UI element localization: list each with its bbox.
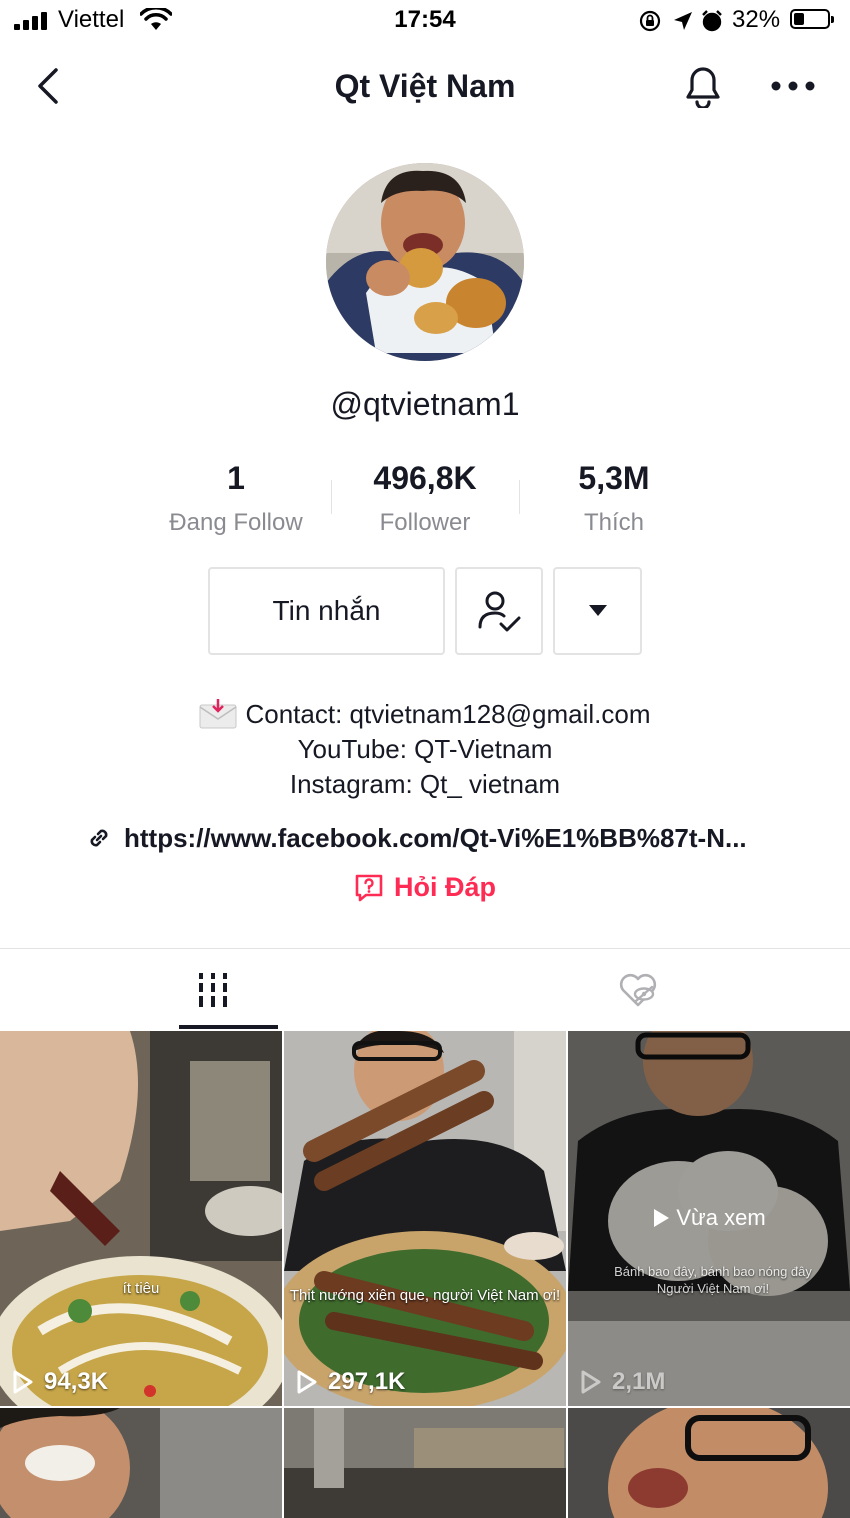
stat-following[interactable]: 1 Đang Follow: [141, 460, 331, 537]
question-bubble-icon: [355, 874, 383, 901]
play-icon: [654, 1209, 670, 1227]
link-icon: [90, 829, 108, 847]
avatar[interactable]: [326, 163, 524, 361]
bio-contact: Contact: qtvietnam128@gmail.com: [245, 699, 651, 729]
qa-label: Hỏi Đáp: [393, 872, 496, 902]
heart-hidden-icon: [619, 973, 656, 1007]
following-label: Đang Follow: [169, 509, 303, 536]
profile-link[interactable]: https://www.facebook.com/Qt-Vi%E1%BB%87t…: [86, 820, 747, 856]
tab-liked[interactable]: [425, 950, 850, 1030]
play-outline-icon: [581, 1370, 601, 1394]
followers-count: 496,8K: [373, 460, 477, 496]
bell-icon[interactable]: [682, 64, 724, 108]
view-count: 2,1M: [580, 1368, 665, 1396]
likes-count: 5,3M: [578, 460, 650, 496]
caret-down-icon: [588, 605, 607, 616]
video-thumbnail[interactable]: [284, 1408, 566, 1518]
play-outline-icon: [13, 1370, 33, 1394]
stat-followers[interactable]: 496,8K Follower: [330, 460, 520, 537]
location-icon: [674, 12, 692, 30]
bio-instagram: Instagram: Qt_ vietnam: [289, 769, 561, 799]
video-thumbnail[interactable]: [568, 1408, 850, 1518]
tab-videos[interactable]: [0, 950, 425, 1030]
profile-link-text: https://www.facebook.com/Qt-Vi%E1%BB%87t…: [124, 822, 747, 853]
view-count-text: 94,3K: [44, 1368, 109, 1395]
rotation-lock-icon: [639, 10, 661, 32]
video-caption: ít tiêu: [122, 1280, 160, 1297]
username: @qtvietnam1: [330, 386, 520, 422]
message-button[interactable]: Tin nhắn: [208, 567, 445, 655]
bio-line: Contact: qtvietnam128@gmail.com: [0, 699, 850, 730]
grid-icon: [198, 973, 227, 1007]
video-thumbnail[interactable]: ít tiêu 94,3K: [0, 1031, 282, 1406]
recently-watched-label: Vừa xem: [676, 1205, 766, 1230]
video-caption: Thịt nướng xiên que, người Việt Nam ơi!: [289, 1287, 561, 1304]
view-count-text: 297,1K: [328, 1368, 406, 1395]
view-count: 297,1K: [296, 1368, 405, 1396]
active-tab-indicator: [179, 1025, 278, 1029]
envelope-icon: [199, 699, 237, 729]
qa-button[interactable]: Hỏi Đáp: [0, 872, 850, 903]
video-caption: Bánh bao đây, bánh bao nóng đây Người Vi…: [614, 1264, 812, 1296]
likes-label: Thích: [583, 509, 645, 536]
battery-icon: [790, 9, 834, 29]
status-bar: Viettel 17:54 32%: [0, 0, 850, 44]
battery-percent: 32%: [732, 6, 781, 33]
alarm-icon: [702, 10, 722, 32]
following-status-button[interactable]: [455, 567, 543, 655]
following-count: 1: [227, 460, 245, 496]
view-count-text: 2,1M: [612, 1368, 666, 1395]
divider: [0, 948, 850, 949]
recently-watched-badge: Vừa xem: [568, 1205, 850, 1231]
view-count: 94,3K: [12, 1368, 108, 1396]
play-outline-icon: [297, 1370, 317, 1394]
more-icon[interactable]: [770, 78, 816, 94]
bio-youtube: YouTube: QT-Vietnam: [297, 734, 553, 764]
video-thumbnail[interactable]: Thịt nướng xiên que, người Việt Nam ơi! …: [284, 1031, 566, 1406]
top-nav: Qt Việt Nam: [0, 52, 850, 122]
followers-label: Follower: [379, 509, 471, 536]
suggested-accounts-button[interactable]: [553, 567, 642, 655]
user-check-icon: [478, 591, 521, 632]
video-thumbnail[interactable]: Vừa xem Bánh bao đây, bánh bao nóng đây …: [568, 1031, 850, 1406]
video-thumbnail[interactable]: [0, 1408, 282, 1518]
stat-likes[interactable]: 5,3M Thích: [519, 460, 709, 537]
